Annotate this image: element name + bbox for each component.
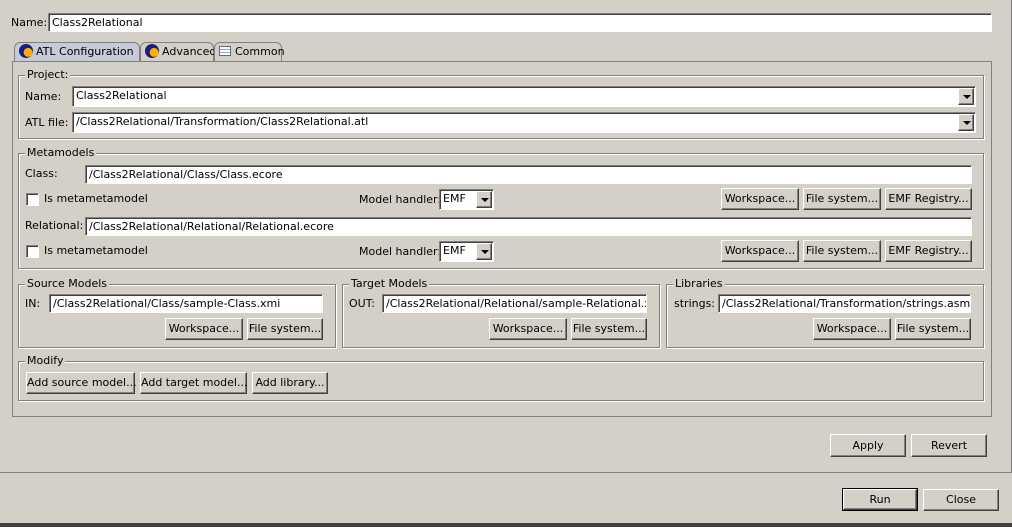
relational-metamodel-label: Relational:: [25, 219, 84, 232]
table-icon: [219, 46, 231, 56]
tab-advanced[interactable]: Advanced: [140, 42, 217, 62]
add-library-button[interactable]: Add library...: [252, 372, 328, 394]
relational-emf-registry-button[interactable]: EMF Registry...: [885, 240, 972, 262]
relational-is-metametamodel-checkbox[interactable]: [26, 245, 39, 258]
chevron-down-icon[interactable]: [958, 88, 974, 105]
add-source-model-button[interactable]: Add source model...: [26, 372, 137, 394]
tab-label: ATL Configuration: [36, 45, 134, 58]
project-group-title: Project:: [25, 68, 71, 82]
target-models-group-title: Target Models: [349, 277, 430, 291]
class-model-handler-label: Model handler:: [359, 193, 442, 206]
tab-atl-configuration[interactable]: ATL Configuration: [14, 42, 140, 62]
relational-is-metametamodel-label: Is metametamodel: [44, 244, 148, 257]
class-workspace-button[interactable]: Workspace...: [721, 188, 799, 210]
metamodels-group-title: Metamodels: [25, 146, 97, 160]
class-is-metametamodel-label: Is metametamodel: [44, 192, 148, 205]
modify-group-title: Modify: [25, 354, 66, 368]
target-model-input[interactable]: /Class2Relational/Relational/sample-Rela…: [382, 294, 647, 313]
source-file-system-button[interactable]: File system...: [247, 318, 323, 340]
target-file-system-button[interactable]: File system...: [571, 318, 647, 340]
chevron-down-icon[interactable]: [476, 243, 492, 260]
chevron-down-icon[interactable]: [958, 114, 974, 131]
project-name-combo[interactable]: Class2Relational: [72, 86, 976, 107]
atl-file-combo[interactable]: /Class2Relational/Transformation/Class2R…: [72, 112, 976, 133]
class-is-metametamodel-checkbox[interactable]: [26, 193, 39, 206]
tab-label: Advanced: [162, 45, 217, 58]
library-label: strings:: [674, 297, 716, 310]
source-model-input[interactable]: /Class2Relational/Class/sample-Class.xmi: [49, 294, 323, 313]
class-metamodel-label: Class:: [25, 167, 58, 180]
relational-metamodel-input[interactable]: /Class2Relational/Relational/Relational.…: [85, 217, 972, 236]
chevron-down-icon[interactable]: [476, 191, 492, 208]
atl-file-label: ATL file:: [25, 116, 69, 129]
tab-label: Common: [235, 45, 285, 58]
source-models-group-title: Source Models: [25, 277, 110, 291]
target-workspace-button[interactable]: Workspace...: [489, 318, 567, 340]
relational-model-handler-combo[interactable]: EMF: [439, 241, 494, 262]
run-button[interactable]: Run: [842, 488, 918, 511]
class-model-handler-combo[interactable]: EMF: [439, 189, 494, 210]
project-name-value: Class2Relational: [76, 89, 167, 102]
target-model-label: OUT:: [349, 297, 375, 310]
class-file-system-button[interactable]: File system...: [803, 188, 881, 210]
relational-model-handler-value: EMF: [443, 244, 466, 257]
relational-workspace-button[interactable]: Workspace...: [721, 240, 799, 262]
separator: [0, 472, 1012, 473]
source-model-label: IN:: [25, 297, 41, 310]
atl-icon: [19, 44, 33, 58]
library-input[interactable]: /Class2Relational/Transformation/strings…: [718, 294, 971, 313]
library-workspace-button[interactable]: Workspace...: [813, 318, 891, 340]
atl-icon: [145, 44, 159, 58]
close-button[interactable]: Close: [923, 489, 999, 511]
library-file-system-button[interactable]: File system...: [895, 318, 971, 340]
class-emf-registry-button[interactable]: EMF Registry...: [885, 188, 972, 210]
config-name-input[interactable]: Class2Relational: [48, 13, 992, 32]
libraries-group-title: Libraries: [673, 277, 725, 291]
source-workspace-button[interactable]: Workspace...: [165, 318, 243, 340]
project-name-label: Name:: [25, 90, 62, 103]
class-model-handler-value: EMF: [443, 192, 466, 205]
revert-button[interactable]: Revert: [911, 434, 987, 457]
config-name-label: Name:: [11, 16, 48, 29]
relational-model-handler-label: Model handler:: [359, 245, 442, 258]
class-metamodel-input[interactable]: /Class2Relational/Class/Class.ecore: [85, 165, 972, 184]
add-target-model-button[interactable]: Add target model...: [140, 372, 247, 394]
tab-common[interactable]: Common: [214, 42, 285, 62]
atl-file-value: /Class2Relational/Transformation/Class2R…: [76, 115, 369, 128]
relational-file-system-button[interactable]: File system...: [803, 240, 881, 262]
window-bottom-edge: [0, 523, 1012, 527]
apply-button[interactable]: Apply: [830, 434, 906, 457]
